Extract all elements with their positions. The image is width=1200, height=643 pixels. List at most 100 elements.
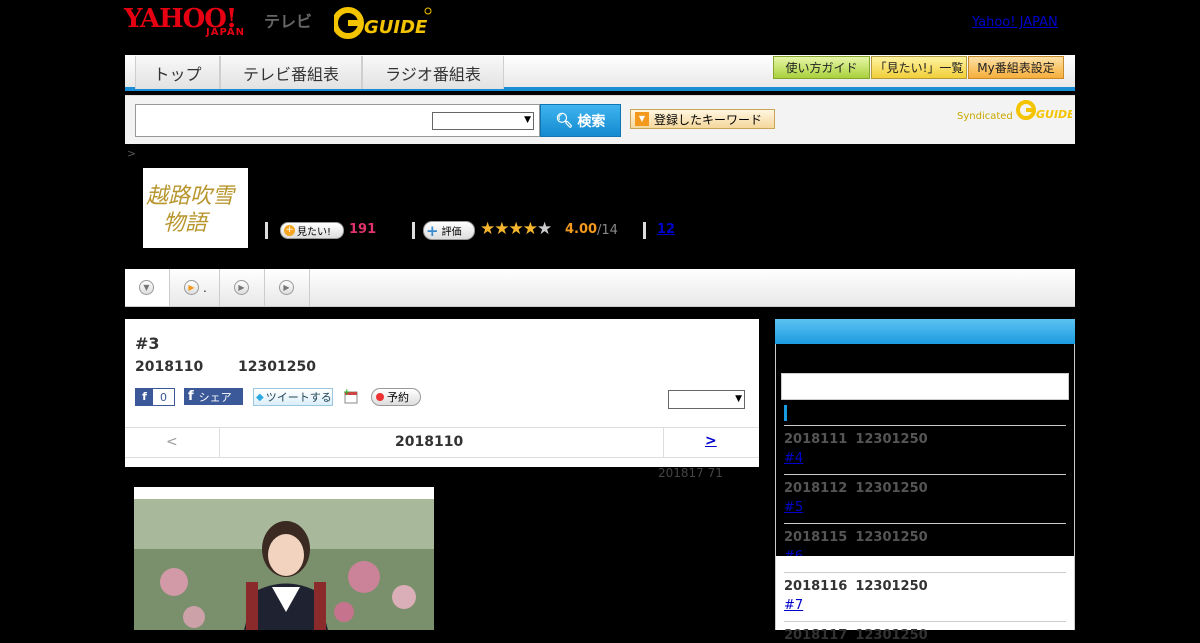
list-item-date: 2018115 <box>784 530 848 545</box>
star-icon: ★ <box>508 219 524 239</box>
mitai-label: 見たい! <box>297 227 332 238</box>
registered-keyword-label: 登録したキーワード <box>654 112 763 127</box>
side-search-field[interactable] <box>781 373 1069 400</box>
facebook-icon: f <box>188 389 194 404</box>
registered-keyword-button[interactable]: ▼ 登録したキーワード <box>630 109 775 129</box>
list-item: 2018116 12301250 #7 <box>784 572 1066 613</box>
divider <box>663 428 664 458</box>
svg-text:+: + <box>343 388 351 398</box>
gguide-logo[interactable]: GUIDE <box>334 6 432 40</box>
station-select[interactable]: ▼ <box>668 390 745 409</box>
usage-guide-button[interactable]: 使い方ガイド <box>773 56 870 79</box>
list-item-date: 2018117 <box>784 628 848 643</box>
list-item-episode-link[interactable]: #4 <box>784 451 803 466</box>
mitai-button[interactable]: + 見たい! <box>280 222 344 239</box>
program-logo: 越路吹雪 物語 <box>143 168 248 248</box>
previous-episode-link[interactable]: < <box>166 434 178 450</box>
gguide-small-logo: GUIDE <box>1015 100 1075 121</box>
subtab-1[interactable]: ▶ . <box>170 269 220 306</box>
rating-score: 4.00 <box>565 222 598 237</box>
program-logo-line-1: 越路吹雪 <box>146 184 237 209</box>
my-listings-settings-button[interactable]: My番組表設定 <box>968 56 1064 79</box>
search-icon: 🔍︎ <box>555 112 574 129</box>
program-logo-art: 越路吹雪 物語 <box>146 184 237 236</box>
facebook-icon: f <box>136 389 153 405</box>
air-date: 2018110 <box>135 359 204 375</box>
yahoo-japan-link[interactable]: Yahoo! JAPAN <box>972 15 1058 30</box>
chevron-down-icon: ▼ <box>735 394 742 404</box>
yahoo-japan-logo-text: JAPAN <box>206 27 245 38</box>
program-logo-line-2: 物語 <box>163 211 211 236</box>
list-item-episode-link[interactable]: #5 <box>784 500 803 515</box>
program-photo <box>134 487 434 630</box>
facebook-like-count: 0 <box>160 390 167 404</box>
subtab-1-label: . <box>203 280 207 295</box>
mitai-count: 191 <box>349 222 377 237</box>
review-count-link[interactable]: 12 <box>657 222 675 237</box>
search-category-select[interactable]: ▼ <box>432 112 534 130</box>
rating-stars: ★★★★★ <box>480 219 552 239</box>
side-section-marker <box>784 405 787 421</box>
facebook-like-button[interactable]: f 0 <box>135 388 175 406</box>
episode-title: #3 <box>135 334 160 353</box>
play-icon: ▶ <box>184 280 199 295</box>
rate-button[interactable]: + 評価 <box>423 221 475 240</box>
program-subtabs: ▼ ▶ . ▶ ▶ <box>125 269 1075 307</box>
rate-label: 評価 <box>441 227 462 238</box>
list-item: 2018111 12301250 #4 <box>784 425 1066 466</box>
list-item-time: 12301250 <box>855 579 928 594</box>
list-item-date: 2018111 <box>784 432 848 447</box>
breadcrumb: > <box>127 147 137 160</box>
rating-stars-icon: ★★★★★ <box>480 219 552 239</box>
star-icon: ★ <box>480 219 495 239</box>
list-item-episode-link[interactable]: #7 <box>784 598 803 613</box>
reserve-label: 予約 <box>387 391 409 404</box>
tweet-label: ツイートする <box>265 391 332 404</box>
divider <box>265 222 268 239</box>
update-info: 201817 71 <box>658 466 723 480</box>
subtab-0[interactable]: ▼ <box>125 269 170 306</box>
list-item-date: 2018116 <box>784 579 848 594</box>
twitter-bird-icon: ◆ <box>256 391 264 403</box>
search-button-label: 検索 <box>577 113 606 130</box>
svg-text:GUIDE: GUIDE <box>1036 108 1072 121</box>
list-item: 2018117 12301250 <box>784 621 1066 643</box>
calendar-add-icon[interactable]: + <box>343 388 359 404</box>
facebook-share-button[interactable]: f シェア <box>184 388 243 405</box>
facebook-share-label: シェア <box>198 390 232 404</box>
tab-tv-listings[interactable]: テレビ番組表 <box>220 56 362 89</box>
syndicated-label: Syndicated <box>957 111 1013 122</box>
tv-logo-text[interactable]: テレビ <box>264 8 312 32</box>
star-icon: ★ <box>522 219 538 239</box>
play-icon: ▶ <box>279 280 294 295</box>
chevron-down-icon: ▼ <box>139 280 154 295</box>
star-icon: ★ <box>537 219 552 239</box>
plus-icon: + <box>426 221 439 240</box>
plus-icon: + <box>284 225 295 236</box>
tab-radio-listings[interactable]: ラジオ番組表 <box>362 56 504 89</box>
mitai-list-button[interactable]: 「見たい!」一覧 <box>871 56 967 79</box>
list-item-time: 12301250 <box>855 481 928 496</box>
list-item-time: 12301250 <box>855 432 928 447</box>
rating-count: /14 <box>597 223 618 238</box>
divider <box>643 222 646 239</box>
subtab-3[interactable]: ▶ <box>265 269 310 306</box>
subtab-2[interactable]: ▶ <box>220 269 265 306</box>
dropdown-arrow-icon: ▼ <box>635 112 649 126</box>
divider <box>219 428 220 458</box>
divider <box>412 222 415 239</box>
star-icon: ★ <box>494 219 509 239</box>
tab-top[interactable]: トップ <box>135 56 220 89</box>
global-nav: トップ テレビ番組表 ラジオ番組表 使い方ガイド 「見たい!」一覧 My番組表設… <box>125 55 1075 91</box>
tweet-button[interactable]: ◆ ツイートする <box>253 388 333 406</box>
list-item-time: 12301250 <box>855 628 928 643</box>
syndicated-gguide-badge: Syndicated GUIDE <box>957 100 1075 122</box>
air-time: 12301250 <box>238 359 316 375</box>
list-item-time: 12301250 <box>855 530 928 545</box>
episode-nav-date: 2018110 <box>395 434 464 450</box>
reserve-button[interactable]: 予約 <box>371 388 421 406</box>
next-episode-link[interactable]: > <box>705 433 717 449</box>
play-icon: ▶ <box>234 280 249 295</box>
search-button[interactable]: 🔍︎ 検索 <box>540 104 621 137</box>
side-panel-header <box>775 319 1075 344</box>
